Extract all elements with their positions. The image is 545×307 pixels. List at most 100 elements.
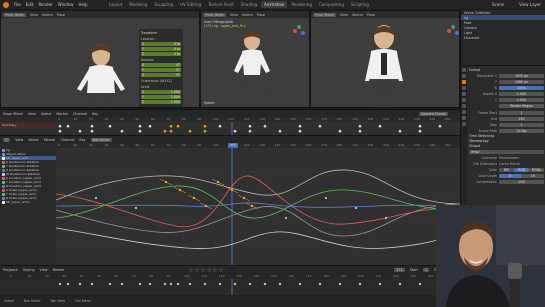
gizmo-x-icon[interactable]	[293, 29, 297, 33]
keyframe-point[interactable]	[285, 217, 287, 219]
tab-shading[interactable]: Shading	[238, 1, 260, 8]
output-tab-icon[interactable]	[462, 80, 466, 84]
menu-view[interactable]: View	[30, 13, 38, 17]
dope-sheet-keyframes[interactable]	[0, 122, 460, 136]
keyframe-diamond[interactable]	[418, 129, 422, 133]
timeline-keyframe[interactable]	[233, 282, 237, 286]
play-reverse-icon[interactable]	[201, 268, 206, 272]
keyframe-diamond[interactable]	[248, 124, 252, 128]
keyframe-diamond[interactable]	[138, 129, 142, 133]
timeline-keyframe[interactable]	[138, 282, 142, 286]
tab-compositing[interactable]: Compositing	[316, 1, 347, 8]
keyframe-diamond[interactable]	[90, 129, 94, 133]
next-key-icon[interactable]	[213, 268, 218, 272]
keyframe-diamond[interactable]	[78, 129, 82, 133]
timeline-keyframe[interactable]	[278, 282, 282, 286]
keyframe-diamond[interactable]	[398, 129, 402, 133]
channel-row[interactable]: KE_upper_arm.L	[0, 200, 56, 204]
step-field[interactable]: 1	[499, 122, 544, 127]
tl-menu-marker[interactable]: Marker	[53, 268, 65, 272]
keyframe-point[interactable]	[135, 207, 137, 209]
scene-tab-icon[interactable]	[462, 92, 466, 96]
menu-pose-right[interactable]: Pose	[367, 13, 375, 17]
last-operator-label[interactable]: Rotate	[204, 101, 214, 105]
keyframe-diamond[interactable]	[66, 124, 70, 128]
aspect-y-field[interactable]: 1.000	[499, 97, 544, 102]
keyframe-diamond[interactable]	[263, 124, 267, 128]
character-model-left[interactable]	[71, 41, 131, 108]
keyframe-diamond[interactable]	[169, 129, 173, 133]
timeline-keyframe[interactable]	[248, 282, 252, 286]
aspect-x-field[interactable]: 1.000	[499, 91, 544, 96]
menu-file[interactable]: File	[14, 2, 21, 7]
start-frame-field[interactable]: 1	[422, 268, 430, 272]
navigation-gizmo-right[interactable]	[447, 25, 459, 37]
timeline-keyframe[interactable]	[169, 282, 173, 286]
menu-select-right[interactable]: Select	[352, 13, 363, 17]
timeline-keyframes[interactable]	[0, 279, 460, 295]
ge-menu-channel[interactable]: Channel	[60, 138, 74, 142]
timeline-keyframe[interactable]	[298, 282, 302, 286]
ge-menu-key[interactable]: Key	[79, 138, 85, 142]
bone-tab-icon[interactable]	[462, 122, 466, 126]
keyframe-diamond[interactable]	[233, 129, 237, 133]
f-curve[interactable]	[56, 185, 460, 219]
color-bw-button[interactable]: BW	[499, 167, 514, 172]
menu-pose[interactable]: Pose	[57, 13, 65, 17]
ds-menu-select[interactable]: Select	[41, 112, 51, 116]
view-layer-selector[interactable]: View Layer	[519, 2, 541, 7]
keyframe-diamond[interactable]	[378, 124, 382, 128]
graph-editor-type-icon[interactable]: ◫	[3, 137, 11, 142]
f-curve[interactable]	[56, 202, 460, 208]
rotation-z-field[interactable]: Z 0°	[141, 73, 181, 77]
keyframe-diamond[interactable]	[148, 124, 152, 128]
timeline-keyframe[interactable]	[78, 282, 82, 286]
keyframe-diamond[interactable]	[176, 124, 180, 128]
tab-scripting[interactable]: Scripting	[348, 1, 372, 8]
viewport-right[interactable]: Pose Mode View Select Pose	[310, 10, 460, 108]
depth-16-button[interactable]: 16	[521, 173, 544, 178]
menu-select-mid[interactable]: Select	[242, 13, 253, 17]
placeholders-checkbox[interactable]: Placeholders	[499, 156, 521, 160]
tab-layout[interactable]: Layout	[106, 1, 126, 8]
editor-type-selector[interactable]: Dope Sheet	[3, 112, 23, 116]
keyframe-diamond[interactable]	[163, 129, 167, 133]
ge-menu-view[interactable]: View	[15, 138, 23, 142]
play-icon[interactable]	[207, 268, 212, 272]
timeline-keyframe[interactable]	[66, 282, 70, 286]
object-tab-icon[interactable]	[462, 104, 466, 108]
frame-rate-select[interactable]: 24 fps	[499, 128, 544, 133]
timeline-keyframe[interactable]	[120, 282, 124, 286]
keyframe-diamond[interactable]	[338, 129, 342, 133]
blender-logo-icon[interactable]	[3, 1, 9, 8]
timeline-keyframe[interactable]	[338, 282, 342, 286]
viewport-middle[interactable]: Pose Mode View Select Pose User Orthogra…	[200, 10, 310, 108]
file-extensions-checkbox[interactable]: File Extensions	[469, 162, 499, 166]
ge-menu-select[interactable]: Select	[28, 138, 38, 142]
keyframe-diamond[interactable]	[298, 129, 302, 133]
keyframe-diamond[interactable]	[358, 124, 362, 128]
location-x-field[interactable]: X0 m	[141, 42, 181, 46]
keyframe-diamond[interactable]	[108, 124, 112, 128]
overwrite-checkbox[interactable]: Overwrite	[469, 156, 499, 160]
keyframe-diamond[interactable]	[188, 129, 192, 133]
f-curve-area[interactable]	[56, 148, 460, 266]
world-tab-icon[interactable]	[462, 98, 466, 102]
end-field[interactable]: 250	[499, 116, 544, 121]
keyframe-diamond[interactable]	[58, 124, 62, 128]
percent-field[interactable]: 100%	[499, 85, 544, 90]
menu-pose-mid[interactable]: Pose	[257, 13, 265, 17]
timeline-keyframe[interactable]	[358, 282, 362, 286]
timeline-keyframe[interactable]	[176, 282, 180, 286]
rotation-x-field[interactable]: X 0°	[141, 63, 181, 67]
prev-key-icon[interactable]	[195, 268, 200, 272]
menu-view-right[interactable]: View	[340, 13, 348, 17]
mode-selector[interactable]: Pose Mode	[3, 12, 26, 17]
keyframe-point[interactable]	[164, 180, 168, 184]
current-frame-indicator[interactable]: 171	[228, 143, 238, 148]
gizmo-x-icon-right[interactable]	[447, 29, 451, 33]
menu-select[interactable]: Select	[42, 13, 53, 17]
keyframe-diamond[interactable]	[218, 124, 222, 128]
menu-help[interactable]: Help	[78, 2, 87, 7]
view-layer-tab-icon[interactable]	[462, 86, 466, 90]
